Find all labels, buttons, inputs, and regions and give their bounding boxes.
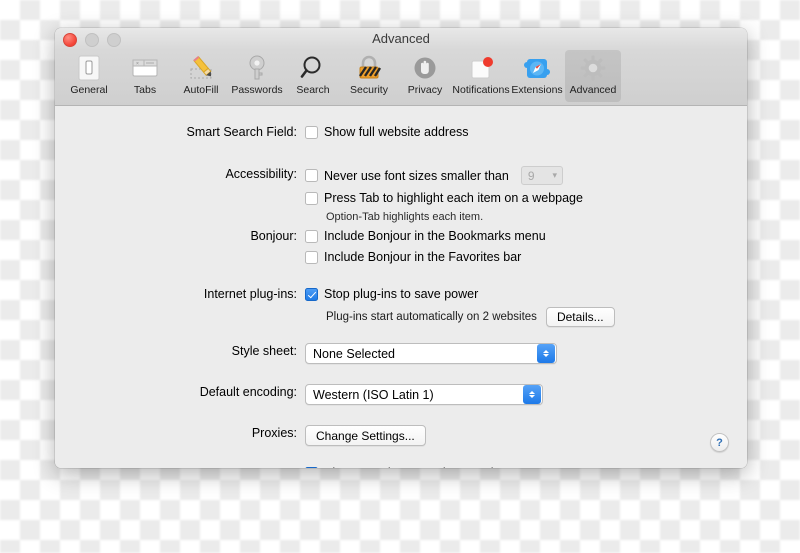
row-accessibility: Accessibility: Never use font sizes smal… xyxy=(165,166,583,223)
bonjour-bookmarks-checkbox[interactable] xyxy=(305,229,318,243)
press-tab-label: Press Tab to highlight each item on a we… xyxy=(324,191,583,205)
tab-label: Search xyxy=(296,84,330,96)
proxies-label: Proxies: xyxy=(251,426,297,440)
font-size-dropdown[interactable]: 9 ▾ xyxy=(520,166,563,185)
preferences-toolbar: General × Tabs AutoFill Passwords Search… xyxy=(55,50,747,106)
row-smart-search-field: Smart Search Field: Show full website ad… xyxy=(165,124,469,140)
default-encoding-value: Western (ISO Latin 1) xyxy=(313,387,434,402)
tab-tabs[interactable]: × Tabs xyxy=(117,50,173,102)
row-internet-plugins: Internet plug-ins: Stop plug-ins to save… xyxy=(165,286,615,327)
general-icon xyxy=(73,53,105,83)
passwords-icon xyxy=(241,53,273,83)
security-icon xyxy=(353,53,385,83)
bonjour-favorites-checkbox-row[interactable]: Include Bonjour in the Favorites bar xyxy=(305,249,546,265)
svg-text:×: × xyxy=(136,61,139,67)
tab-label: Extensions xyxy=(511,84,563,96)
tab-privacy[interactable]: Privacy xyxy=(397,50,453,102)
window-titlebar: Advanced xyxy=(55,28,747,50)
privacy-icon xyxy=(409,53,441,83)
default-encoding-label: Default encoding: xyxy=(199,385,297,399)
plugins-status-text: Plug-ins start automatically on 2 websit… xyxy=(326,311,537,323)
tab-label: Privacy xyxy=(407,84,443,96)
accessibility-label: Accessibility: xyxy=(225,167,297,181)
press-tab-checkbox-row[interactable]: Press Tab to highlight each item on a we… xyxy=(305,190,583,206)
window-title: Advanced xyxy=(372,31,430,46)
search-icon xyxy=(297,53,329,83)
internet-plugins-label: Internet plug-ins: xyxy=(203,287,297,301)
bonjour-label: Bonjour: xyxy=(250,229,297,243)
tab-general[interactable]: General xyxy=(61,50,117,102)
style-sheet-value: None Selected xyxy=(313,346,396,361)
tab-search[interactable]: Search xyxy=(285,50,341,102)
tabs-icon: × xyxy=(129,53,161,83)
stop-plugins-checkbox[interactable] xyxy=(305,287,318,301)
show-full-address-checkbox[interactable] xyxy=(305,125,318,139)
min-font-size-checkbox[interactable] xyxy=(305,169,318,182)
autofill-icon xyxy=(185,53,217,83)
style-sheet-dropdown[interactable]: None Selected xyxy=(305,343,557,364)
tab-label: Security xyxy=(350,84,388,96)
notifications-icon xyxy=(465,53,497,83)
row-develop-menu: Show Develop menu in menu bar xyxy=(305,465,509,468)
tab-advanced[interactable]: Advanced xyxy=(565,50,621,102)
press-tab-checkbox[interactable] xyxy=(305,191,318,205)
accessibility-hint: Option-Tab highlights each item. xyxy=(326,211,484,223)
smart-search-field-label: Smart Search Field: xyxy=(186,125,297,139)
develop-menu-label: Show Develop menu in menu bar xyxy=(324,465,509,468)
min-font-size-checkbox-row[interactable]: Never use font sizes smaller than 9 ▾ xyxy=(305,166,583,185)
bonjour-favorites-label: Include Bonjour in the Favorites bar xyxy=(324,250,522,264)
tab-passwords[interactable]: Passwords xyxy=(229,50,285,102)
style-sheet-label: Style sheet: xyxy=(231,344,297,358)
advanced-settings-pane: Smart Search Field: Show full website ad… xyxy=(55,106,747,468)
tab-label: AutoFill xyxy=(183,84,219,96)
show-full-address-label: Show full website address xyxy=(324,125,469,139)
min-font-size-label: Never use font sizes smaller than xyxy=(324,168,509,183)
row-proxies: Proxies: Change Settings... xyxy=(165,425,426,446)
row-default-encoding: Default encoding: Western (ISO Latin 1) xyxy=(165,384,543,405)
preferences-window: Advanced General × Tabs AutoFill Passwor… xyxy=(55,28,747,468)
tab-label: Tabs xyxy=(133,84,157,96)
develop-menu-checkbox[interactable] xyxy=(305,466,318,468)
tab-label: General xyxy=(70,84,108,96)
bonjour-bookmarks-label: Include Bonjour in the Bookmarks menu xyxy=(324,229,546,243)
plugins-status-row: Plug-ins start automatically on 2 websit… xyxy=(326,307,615,327)
tab-notifications[interactable]: Notifications xyxy=(452,50,510,102)
font-size-value: 9 xyxy=(527,168,535,183)
tab-autofill[interactable]: AutoFill xyxy=(173,50,229,102)
row-style-sheet: Style sheet: None Selected xyxy=(165,343,557,364)
show-full-address-checkbox-row[interactable]: Show full website address xyxy=(305,124,469,140)
default-encoding-dropdown[interactable]: Western (ISO Latin 1) xyxy=(305,384,543,405)
help-button[interactable]: ? xyxy=(710,433,729,452)
tab-label: Notifications xyxy=(452,84,510,96)
tab-extensions[interactable]: Extensions xyxy=(509,50,565,102)
change-proxy-settings-button[interactable]: Change Settings... xyxy=(305,425,426,446)
tab-label: Passwords xyxy=(231,84,283,96)
chevron-updown-icon xyxy=(537,344,555,363)
develop-menu-checkbox-row[interactable]: Show Develop menu in menu bar xyxy=(305,465,509,468)
row-bonjour: Bonjour: Include Bonjour in the Bookmark… xyxy=(165,228,546,265)
plugins-details-button[interactable]: Details... xyxy=(545,307,615,327)
bonjour-favorites-checkbox[interactable] xyxy=(305,250,318,264)
chevron-down-icon: ▾ xyxy=(552,170,558,180)
tab-label: Advanced xyxy=(569,84,617,96)
stop-plugins-label: Stop plug-ins to save power xyxy=(324,287,479,301)
bonjour-bookmarks-checkbox-row[interactable]: Include Bonjour in the Bookmarks menu xyxy=(305,228,546,244)
advanced-icon xyxy=(577,53,609,83)
tab-security[interactable]: Security xyxy=(341,50,397,102)
stop-plugins-checkbox-row[interactable]: Stop plug-ins to save power xyxy=(305,286,615,302)
extensions-icon xyxy=(521,53,553,83)
chevron-updown-icon xyxy=(523,385,541,404)
